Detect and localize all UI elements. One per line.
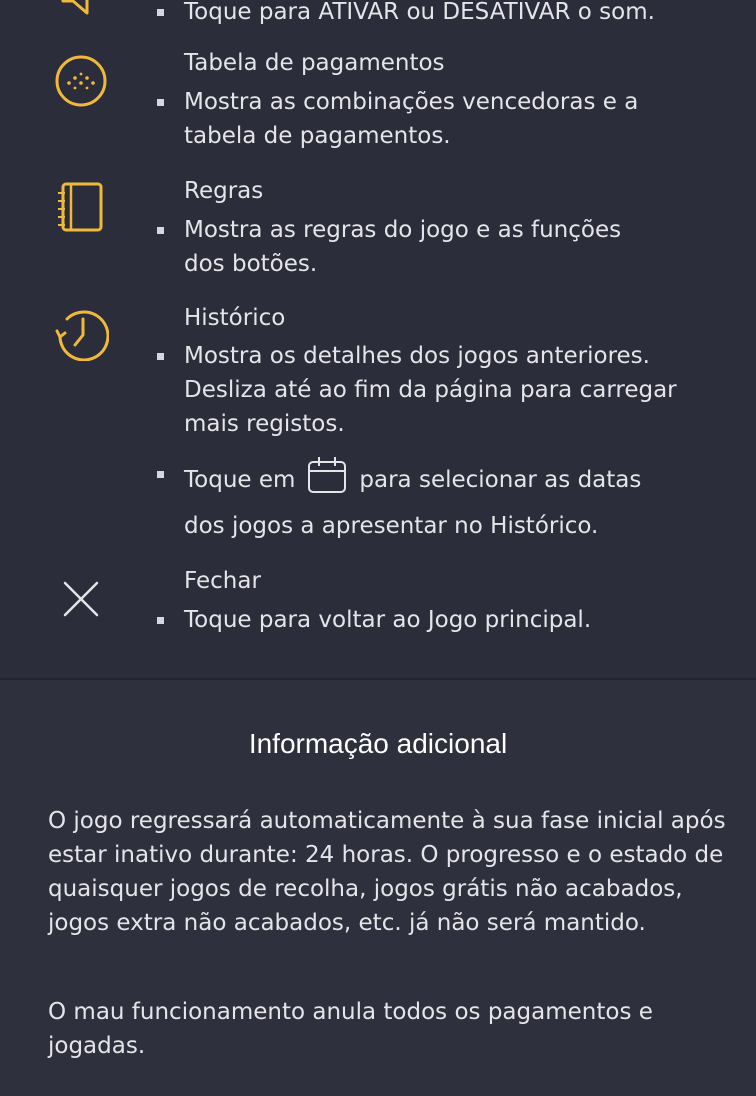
item-title: Histórico bbox=[184, 305, 286, 331]
bullet-text: Toque para ATIVAR ou DESATIVAR o som. bbox=[184, 0, 655, 25]
bullet-marker bbox=[157, 353, 164, 360]
calendar-icon bbox=[307, 456, 347, 504]
additional-paragraph-1: O jogo regressará automaticamente à sua … bbox=[48, 808, 726, 936]
history-bullet-2-line: Toque em para selecionar as datas bbox=[184, 456, 641, 504]
section-title: Informação adicional bbox=[248, 728, 508, 759]
bullet-text: Mostra as combinações vencedoras e a tab… bbox=[184, 89, 639, 149]
bullet-marker bbox=[157, 9, 164, 16]
bullet-text: Mostra as regras do jogo e as funções do… bbox=[184, 217, 622, 277]
close-icon bbox=[52, 570, 110, 628]
history-bullet-1: Mostra os detalhes dos jogos anteriores.… bbox=[157, 339, 747, 441]
bullet-text-cont: dos jogos a apresentar no Histórico. bbox=[184, 513, 599, 539]
bullet-text-before: Toque em bbox=[184, 467, 296, 493]
paytable-bullet: Mostra as combinações vencedoras e a tab… bbox=[157, 85, 747, 153]
item-title: Fechar bbox=[184, 568, 261, 594]
bullet-marker bbox=[157, 471, 164, 478]
bullet-text: Mostra os detalhes dos jogos anteriores.… bbox=[184, 343, 677, 437]
item-title: Regras bbox=[184, 178, 264, 204]
sound-bullet: Toque para ATIVAR ou DESATIVAR o som. bbox=[157, 0, 747, 29]
item-title: Tabela de pagamentos bbox=[184, 50, 445, 76]
history-clock-icon bbox=[52, 304, 110, 362]
bullet-text-after: para selecionar as datas bbox=[359, 467, 642, 493]
close-bullet: Toque para voltar ao Jogo principal. bbox=[157, 603, 747, 637]
bullet-marker bbox=[157, 227, 164, 234]
bullet-marker bbox=[157, 99, 164, 106]
additional-info-section: Informação adicional O jogo regressará a… bbox=[0, 680, 756, 1096]
history-bullet-2-cont: dos jogos a apresentar no Histórico. bbox=[184, 509, 598, 543]
bullet-marker bbox=[157, 617, 164, 624]
help-row-sound: Toque para ATIVAR ou DESATIVAR o som. bbox=[0, 0, 756, 40]
additional-paragraph-2: O mau funcionamento anula todos os pagam… bbox=[48, 999, 653, 1059]
paytable-icon bbox=[52, 52, 110, 110]
speaker-icon bbox=[52, 0, 110, 24]
notebook-icon bbox=[52, 178, 110, 236]
rules-bullet: Mostra as regras do jogo e as funções do… bbox=[157, 213, 747, 281]
bullet-text: Toque para voltar ao Jogo principal. bbox=[184, 607, 592, 633]
